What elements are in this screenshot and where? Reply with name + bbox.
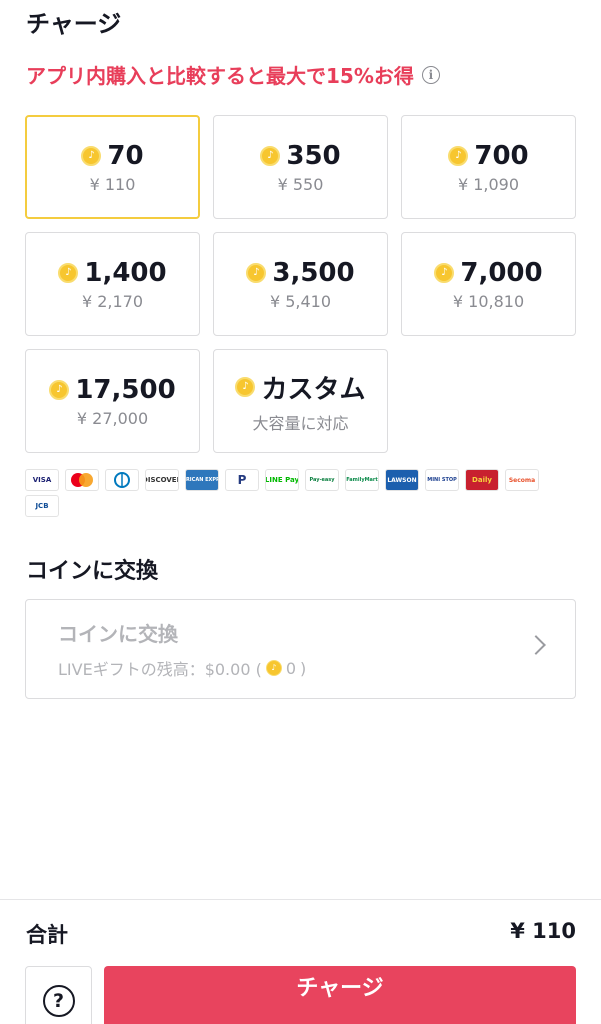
package-amount: 700 <box>474 140 529 171</box>
info-icon[interactable]: i <box>421 65 440 84</box>
total-label: 合計 <box>26 923 68 947</box>
live-gift-balance: LIVEギフトの残高：$0.00 ( 0 ) <box>58 656 306 680</box>
coin-icon <box>265 660 282 676</box>
coin-package-7000[interactable]: 7,000 ¥ 10,810 <box>401 232 576 336</box>
coin-package-350[interactable]: 350 ¥ 550 <box>213 115 388 219</box>
balance-coins: 0 <box>285 658 297 678</box>
package-price: ¥ 5,410 <box>269 291 332 311</box>
discover-icon: DISCOVER <box>145 469 179 491</box>
promo-text: アプリ内購入と比較すると最大で15%お得 <box>26 64 414 88</box>
diners-club-icon <box>105 469 139 491</box>
coin-package-grid: 70 ¥ 110 350 ¥ 550 700 ¥ 1,090 1,400 ¥ 2… <box>25 115 576 453</box>
package-amount: 3,500 <box>272 257 355 288</box>
line-pay-icon: LINE Pay <box>265 469 299 491</box>
package-price: ¥ 1,090 <box>457 174 520 194</box>
coin-icon <box>81 145 102 166</box>
page-title: チャージ <box>26 10 122 38</box>
chevron-right-icon <box>526 635 546 655</box>
package-amount: 70 <box>107 140 144 171</box>
coin-icon <box>434 262 455 283</box>
amex-icon: AMERICAN EXPRESS <box>185 469 219 491</box>
coin-icon <box>235 377 256 397</box>
ministop-icon: MINI STOP <box>425 469 459 491</box>
familymart-icon: FamilyMart <box>345 469 379 491</box>
package-price: ¥ 2,170 <box>81 291 144 311</box>
package-amount: 350 <box>286 140 341 171</box>
pay-easy-icon: Pay-easy <box>305 469 339 491</box>
package-subtitle: 大容量に対応 <box>252 413 349 433</box>
coin-package-700[interactable]: 700 ¥ 1,090 <box>401 115 576 219</box>
package-amount: 17,500 <box>75 374 176 405</box>
total-value: ¥ 110 <box>510 919 576 943</box>
help-button[interactable]: ? <box>25 966 92 1024</box>
exchange-section-title: コインに交換 <box>26 559 159 584</box>
exchange-coins-card[interactable]: コインに交換 LIVEギフトの残高：$0.00 ( 0 ) <box>25 599 576 699</box>
balance-label: LIVEギフトの残高：$0.00 ( <box>58 660 262 679</box>
package-price: ¥ 10,810 <box>452 291 525 311</box>
coin-icon <box>49 379 70 400</box>
coin-package-1400[interactable]: 1,400 ¥ 2,170 <box>25 232 200 336</box>
daily-yamazaki-icon: Daily <box>465 469 499 491</box>
jcb-icon: JCB <box>25 495 59 517</box>
seicomart-icon: Secoma <box>505 469 539 491</box>
package-price: ¥ 550 <box>277 174 324 194</box>
exchange-card-title: コインに交換 <box>58 622 178 646</box>
lawson-icon: LAWSON <box>385 469 419 491</box>
package-amount: 7,000 <box>460 257 543 288</box>
balance-suffix: ) <box>300 658 307 678</box>
coin-package-70[interactable]: 70 ¥ 110 <box>25 115 200 219</box>
question-icon: ? <box>42 985 75 1017</box>
paypal-icon: P <box>225 469 259 491</box>
coin-package-custom[interactable]: カスタム 大容量に対応 <box>213 349 388 453</box>
divider <box>0 899 601 900</box>
coin-icon <box>260 145 281 166</box>
promo-banner: アプリ内購入と比較すると最大で15%お得 i <box>26 60 440 89</box>
coin-icon <box>448 145 469 166</box>
mastercard-icon <box>65 469 99 491</box>
charge-button[interactable]: チャージ <box>104 966 576 1024</box>
visa-icon: VISA <box>25 469 59 491</box>
payment-methods: VISA DISCOVER AMERICAN EXPRESS P LINE Pa… <box>25 469 576 517</box>
coin-package-17500[interactable]: 17,500 ¥ 27,000 <box>25 349 200 453</box>
coin-package-3500[interactable]: 3,500 ¥ 5,410 <box>213 232 388 336</box>
package-price: ¥ 27,000 <box>76 408 149 428</box>
package-price: ¥ 110 <box>89 174 136 194</box>
package-amount: カスタム <box>261 374 366 405</box>
package-amount: 1,400 <box>84 257 167 288</box>
coin-icon <box>58 262 79 283</box>
coin-icon <box>246 262 267 283</box>
